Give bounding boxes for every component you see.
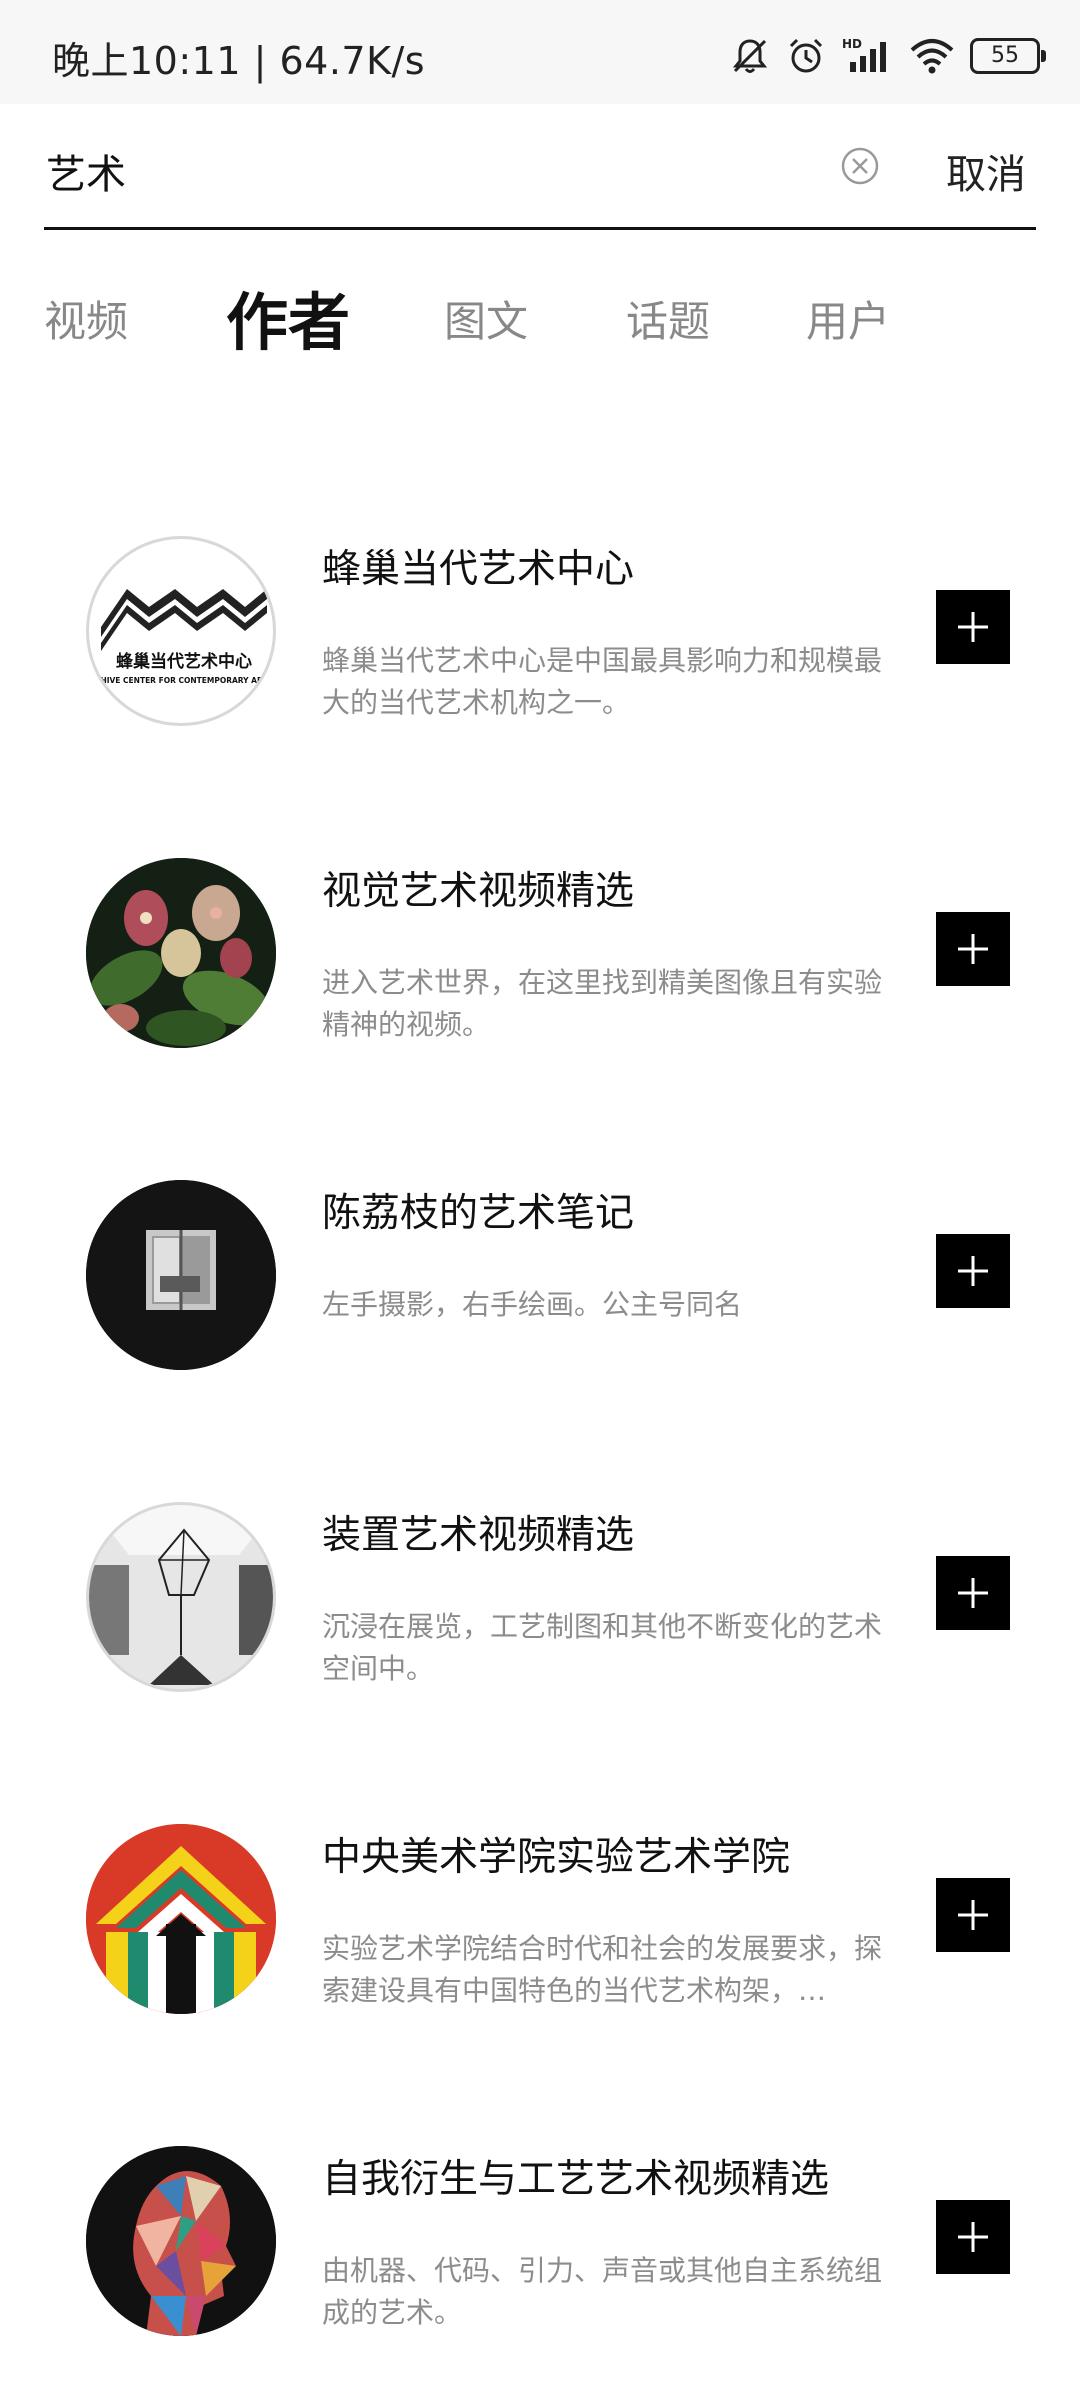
list-item[interactable]: 视觉艺术视频精选 进入艺术世界，在这里找到精美图像且有实验精神的视频。 (0, 792, 1080, 1052)
avatar (86, 1824, 276, 2014)
plus-icon (958, 934, 988, 964)
author-desc: 左手摄影，右手绘画。公主号同名 (322, 1288, 743, 1321)
hive-logo-icon: 蜂巢当代艺术中心 HIVE CENTER FOR CONTEMPORARY AR… (100, 589, 268, 685)
tab-bar: 视频 作者 图文 话题 用户 (0, 270, 1080, 370)
clear-search-icon[interactable] (840, 146, 880, 186)
window-photo-image (86, 1180, 276, 1370)
author-title: 自我衍生与工艺艺术视频精选 (322, 2157, 830, 2202)
list-item[interactable]: 装置艺术视频精选 沉浸在展览，工艺制图和其他不断变化的艺术空间中。 (0, 1436, 1080, 1696)
plus-icon (958, 1256, 988, 1286)
status-time-speed: 晚上10:11 | 64.7K/s (52, 39, 426, 83)
author-desc: 实验艺术学院结合时代和社会的发展要求，探索建设具有中国特色的当代艺术构架，… (322, 1932, 883, 2007)
plus-icon (958, 1900, 988, 1930)
floral-painting-image (86, 858, 276, 1048)
svg-text:HD: HD (842, 37, 862, 51)
author-title: 视觉艺术视频精选 (322, 869, 635, 914)
mute-bell-icon (730, 36, 770, 76)
search-input[interactable]: 艺术 (46, 142, 126, 200)
list-item[interactable]: 中央美术学院实验艺术学院 实验艺术学院结合时代和社会的发展要求，探索建设具有中国… (0, 1758, 1080, 2018)
svg-text:HIVE CENTER FOR CONTEMPORARY A: HIVE CENTER FOR CONTEMPORARY ART (100, 676, 268, 685)
svg-text:蜂巢当代艺术中心: 蜂巢当代艺术中心 (116, 651, 252, 672)
battery-icon: 55 (970, 38, 1046, 74)
plus-icon (958, 612, 988, 642)
avatar (86, 2146, 276, 2336)
wifi-icon (910, 36, 954, 76)
author-desc: 沉浸在展览，工艺制图和其他不断变化的艺术空间中。 (322, 1610, 883, 1685)
author-title: 陈荔枝的艺术笔记 (322, 1191, 635, 1236)
tab-image-text[interactable]: 图文 (444, 288, 528, 349)
tab-user[interactable]: 用户 (806, 288, 890, 349)
hd-signal-icon: HD (842, 36, 894, 76)
polygon-head-image (86, 2146, 276, 2336)
author-title: 中央美术学院实验艺术学院 (322, 1835, 791, 1880)
status-bar: 晚上10:11 | 64.7K/s HD 55 (0, 0, 1080, 104)
avatar: 蜂巢当代艺术中心 HIVE CENTER FOR CONTEMPORARY AR… (86, 536, 276, 726)
author-title: 装置艺术视频精选 (322, 1513, 635, 1558)
cafa-logo-icon (86, 1824, 276, 2014)
installation-photo-image (89, 1505, 273, 1689)
list-item[interactable]: 自我衍生与工艺艺术视频精选 由机器、代码、引力、声音或其他自主系统组成的艺术。 (0, 2080, 1080, 2340)
follow-button[interactable] (936, 1556, 1010, 1630)
status-icons: HD 55 (730, 34, 1046, 78)
follow-button[interactable] (936, 912, 1010, 986)
alarm-icon (786, 36, 826, 76)
tab-video[interactable]: 视频 (44, 288, 128, 349)
list-item[interactable]: 陈荔枝的艺术笔记 左手摄影，右手绘画。公主号同名 (0, 1114, 1080, 1374)
follow-button[interactable] (936, 590, 1010, 664)
follow-button[interactable] (936, 2200, 1010, 2274)
author-title: 蜂巢当代艺术中心 (322, 547, 635, 592)
avatar (86, 1502, 276, 1692)
list-item[interactable]: 蜂巢当代艺术中心 HIVE CENTER FOR CONTEMPORARY AR… (0, 470, 1080, 730)
author-desc: 蜂巢当代艺术中心是中国最具影响力和规模最大的当代艺术机构之一。 (322, 644, 883, 719)
follow-button[interactable] (936, 1878, 1010, 1952)
author-desc: 由机器、代码、引力、声音或其他自主系统组成的艺术。 (322, 2254, 883, 2329)
plus-icon (958, 1578, 988, 1608)
tab-topic[interactable]: 话题 (626, 288, 710, 349)
search-underline (44, 227, 1036, 230)
avatar (86, 858, 276, 1048)
search-bar: 艺术 取消 (44, 120, 1036, 230)
follow-button[interactable] (936, 1234, 1010, 1308)
plus-icon (958, 2222, 988, 2252)
cancel-button[interactable]: 取消 (946, 142, 1026, 200)
tab-author[interactable]: 作者 (226, 272, 350, 362)
author-desc: 进入艺术世界，在这里找到精美图像且有实验精神的视频。 (322, 966, 883, 1041)
avatar (86, 1180, 276, 1370)
